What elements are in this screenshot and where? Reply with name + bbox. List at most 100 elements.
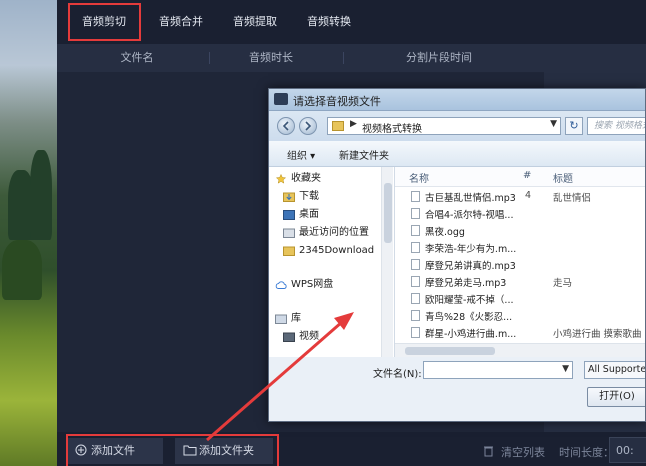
- audio-file-icon: [411, 259, 420, 270]
- file-row[interactable]: 合唱4-派尔特-视唱...: [395, 206, 645, 221]
- video-library-icon: [283, 332, 295, 342]
- nav-item-favorites[interactable]: 收藏夹: [275, 171, 321, 187]
- dialog-bottom-area: 文件名(N): ▼ All Supported 打开(O): [269, 357, 645, 421]
- column-number[interactable]: #: [523, 170, 531, 181]
- nav-item-2345download[interactable]: 2345Download: [283, 243, 374, 259]
- add-file-button[interactable]: 添加文件: [67, 438, 163, 464]
- chevron-down-icon[interactable]: ▼: [562, 364, 569, 374]
- column-segment-time: 分割片段时间: [406, 51, 472, 64]
- file-name: 古巨基乱世情侣.mp3: [425, 193, 516, 204]
- file-title: 乱世情侣: [553, 193, 592, 204]
- file-name: 欧阳耀莹-戒不掉（...: [425, 295, 514, 306]
- audio-file-icon: [411, 208, 420, 219]
- tab-audio-convert[interactable]: 音频转换: [297, 10, 361, 34]
- file-title: 走马: [553, 278, 573, 289]
- audio-file-icon: [411, 191, 420, 202]
- back-arrow-icon: [282, 121, 289, 131]
- file-track-number: 4: [525, 190, 532, 201]
- tab-bar: 音频剪切 音频合并 音频提取 音频转换: [57, 0, 646, 44]
- file-row[interactable]: 欧阳耀莹-戒不掉（...: [395, 291, 645, 306]
- tab-audio-extract[interactable]: 音频提取: [223, 10, 287, 34]
- nav-item-desktop[interactable]: 桌面: [283, 207, 319, 223]
- nav-scrollbar-thumb[interactable]: [384, 183, 392, 243]
- audio-file-icon: [411, 276, 420, 287]
- file-row[interactable]: 青鸟%28《火影忍...: [395, 308, 645, 323]
- file-type-select[interactable]: All Supported: [584, 361, 645, 379]
- audio-file-icon: [411, 310, 420, 321]
- add-folder-label: 添加文件夹: [199, 444, 254, 457]
- duration-input[interactable]: 00:: [609, 437, 646, 463]
- forward-button[interactable]: [299, 117, 317, 135]
- nav-item-label: 下载: [299, 191, 319, 202]
- search-input[interactable]: 搜索 视频格式转: [587, 117, 645, 135]
- column-name[interactable]: 名称: [409, 170, 429, 185]
- file-row[interactable]: 黑夜.ogg: [395, 223, 645, 238]
- nav-item-label: 库: [291, 313, 301, 324]
- forward-arrow-icon: [305, 121, 312, 131]
- cloud-icon: [275, 281, 287, 289]
- folder-icon: [283, 246, 295, 256]
- audio-file-icon: [411, 293, 420, 304]
- nav-item-label: WPS网盘: [291, 279, 334, 290]
- nav-item-libraries[interactable]: 库: [275, 311, 301, 327]
- breadcrumb-arrow-icon: ▶: [350, 119, 357, 129]
- file-row[interactable]: 古巨基乱世情侣.mp3 4 乱世情侣: [395, 189, 645, 204]
- nav-item-label: 桌面: [299, 209, 319, 220]
- trash-icon: [484, 446, 493, 457]
- file-row[interactable]: 摩登兄弟讲真的.mp3: [395, 257, 645, 272]
- library-icon: [275, 314, 287, 324]
- filename-input[interactable]: ▼: [423, 361, 573, 379]
- new-folder-button[interactable]: 新建文件夹: [339, 147, 389, 162]
- file-name: 黑夜.ogg: [425, 227, 465, 238]
- nav-item-recent-places[interactable]: 最近访问的位置: [283, 225, 369, 241]
- column-title[interactable]: 标题: [553, 170, 573, 185]
- tab-audio-cut[interactable]: 音频剪切: [69, 10, 139, 34]
- file-name: 合唱4-派尔特-视唱...: [425, 210, 514, 221]
- add-folder-button[interactable]: 添加文件夹: [175, 438, 273, 464]
- duration-label: 时间长度：: [559, 446, 614, 459]
- clear-list-label: 清空列表: [501, 446, 545, 459]
- nav-item-videos[interactable]: 视频: [283, 329, 319, 345]
- file-row[interactable]: 群星-小鸡进行曲.m... 小鸡进行曲 摸索歌曲: [395, 325, 645, 340]
- nav-item-label: 视频: [299, 331, 319, 342]
- file-row[interactable]: 李荣浩-年少有为.m...: [395, 240, 645, 255]
- refresh-button[interactable]: ↻: [565, 117, 583, 135]
- nav-scrollbar[interactable]: [381, 167, 393, 357]
- audio-file-icon: [411, 225, 420, 236]
- file-list-hscrollbar[interactable]: [395, 343, 645, 357]
- folder-icon: [183, 445, 197, 456]
- file-row[interactable]: 摩登兄弟走马.mp3 走马: [395, 274, 645, 289]
- desktop-icon: [283, 210, 295, 220]
- nav-item-label: 收藏夹: [291, 173, 321, 184]
- organize-button[interactable]: 组织 ▾: [287, 147, 315, 162]
- file-name: 青鸟%28《火影忍...: [425, 312, 513, 323]
- nav-item-wps-cloud[interactable]: WPS网盘: [275, 277, 333, 293]
- navigation-pane: 收藏夹 下载 桌面 最近访问的位置 2345Download WPS网盘 库 视…: [269, 167, 395, 357]
- column-divider: [209, 52, 210, 64]
- filename-label: 文件名(N):: [373, 369, 422, 380]
- star-icon: [275, 174, 287, 184]
- chevron-down-icon[interactable]: ▼: [550, 119, 557, 129]
- add-file-label: 添加文件: [91, 444, 135, 457]
- background-landscape-photo: [0, 0, 60, 466]
- open-button[interactable]: 打开(O): [587, 387, 645, 407]
- dialog-titlebar[interactable]: 请选择音视频文件: [269, 89, 645, 111]
- dialog-title: 请选择音视频文件: [293, 95, 381, 108]
- file-title: 小鸡进行曲 摸索歌曲: [553, 329, 642, 340]
- file-name: 摩登兄弟走马.mp3: [425, 278, 507, 289]
- file-list-hscrollbar-thumb[interactable]: [405, 347, 495, 355]
- nav-item-downloads[interactable]: 下载: [283, 189, 319, 205]
- app-icon: [274, 93, 288, 105]
- address-bar-row: ▶ 视频格式转换 ▼ ↻ 搜索 视频格式转: [269, 111, 645, 141]
- address-field[interactable]: ▶ 视频格式转换 ▼: [327, 117, 561, 135]
- back-button[interactable]: [277, 117, 295, 135]
- download-folder-icon: [283, 192, 295, 202]
- column-filename: 文件名: [120, 51, 154, 64]
- tab-audio-merge[interactable]: 音频合并: [149, 10, 213, 34]
- clear-list-button[interactable]: 清空列表: [483, 444, 545, 460]
- file-name: 李荣浩-年少有为.m...: [425, 244, 517, 255]
- file-name: 摩登兄弟讲真的.mp3: [425, 261, 516, 272]
- open-file-dialog: 请选择音视频文件 ▶ 视频格式转换 ▼ ↻ 搜索 视频格式转 组织 ▾ 新建文件…: [268, 88, 646, 422]
- nav-item-label: 最近访问的位置: [299, 227, 369, 238]
- column-duration: 音频时长: [249, 51, 293, 64]
